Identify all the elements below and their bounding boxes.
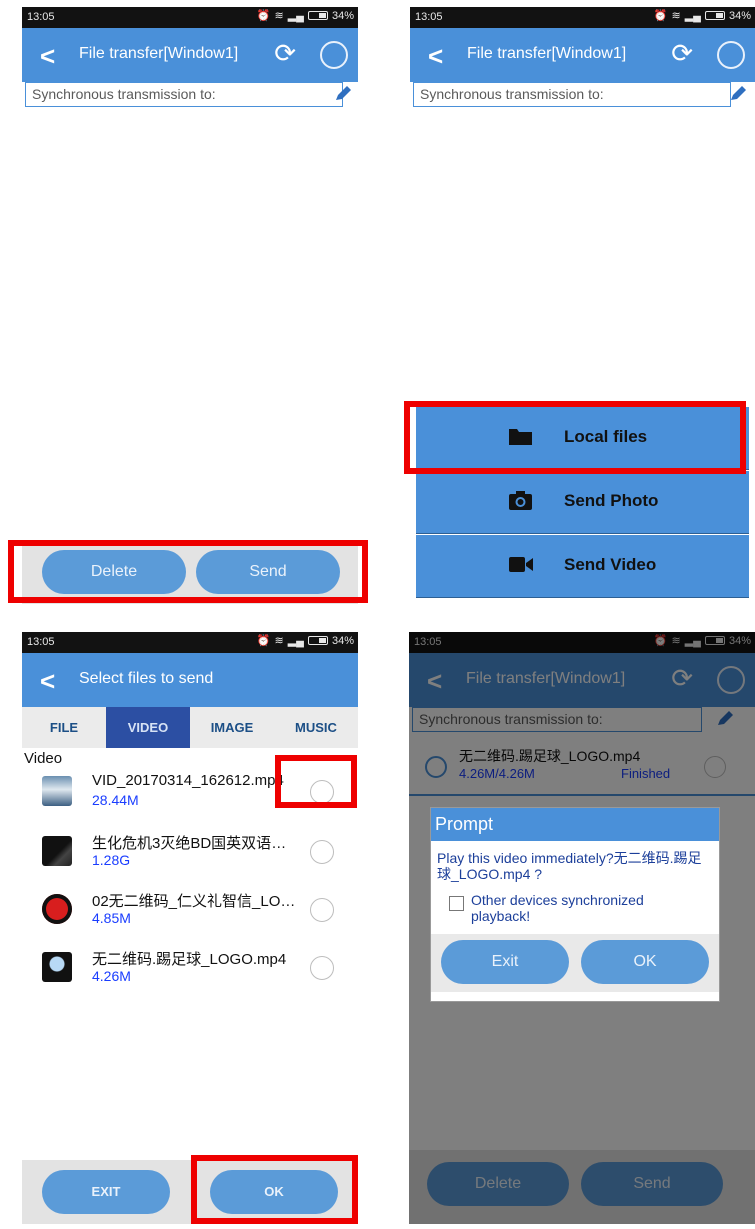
- status-time: 13:05: [27, 11, 55, 23]
- screen-play-prompt: 13:05 ⏰ ≋ ▂▄ 34% < File transfer[Window1…: [409, 632, 755, 1224]
- app-bar: < File transfer[Window1] ⟳: [22, 28, 358, 82]
- file-name: 生化危机3灭绝BD国英双语双字.mkv: [92, 835, 300, 852]
- battery-icon: [704, 11, 725, 20]
- battery-level: 34%: [331, 9, 354, 22]
- file-name: 无二维码.踢足球_LOGO.mp4: [92, 951, 287, 968]
- file-size: 4.26M: [92, 968, 131, 984]
- screen-file-transfer-menu: 13:05 ⏰ ≋ ▂▄ 34% < File transfer[Window1…: [410, 7, 755, 604]
- status-bar: 13:05 ⏰ ≋ ▂▄ 34%: [22, 632, 358, 653]
- signal-icon: ▂▄: [684, 10, 701, 22]
- dialog-message: Play this video immediately?无二维码.踢足球_LOG…: [437, 850, 702, 882]
- page-title: File transfer[Window1]: [467, 45, 627, 62]
- refresh-sync-icon[interactable]: ⟳: [671, 38, 693, 69]
- battery-icon: [307, 636, 328, 645]
- wifi-icon: ≋: [274, 635, 284, 647]
- file-size: 28.44M: [92, 792, 139, 808]
- app-bar: < Select files to send: [22, 653, 358, 707]
- file-select-radio[interactable]: [310, 898, 334, 922]
- battery-level: 34%: [728, 9, 751, 22]
- sync-playback-checkbox[interactable]: [449, 896, 464, 911]
- wifi-icon: ≋: [671, 10, 681, 22]
- file-size: 4.85M: [92, 910, 131, 926]
- file-name: VID_20170314_162612.mp4: [92, 772, 284, 789]
- video-thumbnail: [42, 776, 72, 806]
- edit-pencil-icon[interactable]: [332, 82, 354, 104]
- sync-target-input[interactable]: Synchronous transmission to:: [413, 82, 731, 107]
- file-list-item[interactable]: 02无二维码_仁义礼智信_LOGO.mp4 4.85M: [22, 884, 358, 942]
- battery-level: 34%: [331, 634, 354, 647]
- status-icons: ⏰ ≋ ▂▄ 34%: [653, 9, 751, 23]
- tab-video[interactable]: VIDEO: [106, 707, 190, 748]
- file-select-radio[interactable]: [310, 956, 334, 980]
- status-icons: ⏰ ≋ ▂▄ 34%: [256, 634, 354, 648]
- file-name: 02无二维码_仁义礼智信_LOGO.mp4: [92, 893, 300, 910]
- tab-music[interactable]: MUSIC: [274, 707, 358, 748]
- screen-select-files: 13:05 ⏰ ≋ ▂▄ 34% < Select files to send …: [22, 632, 358, 1224]
- file-list-item[interactable]: 无二维码.踢足球_LOGO.mp4 4.26M: [22, 942, 358, 1000]
- dialog-button-bar: Exit OK: [431, 934, 719, 992]
- page-title: Select files to send: [79, 670, 214, 687]
- menu-item-label: Send Photo: [564, 491, 659, 510]
- file-list-item[interactable]: 生化危机3灭绝BD国英双语双字.mkv 1.28G: [22, 826, 358, 884]
- video-camera-icon: [509, 557, 533, 572]
- signal-icon: ▂▄: [287, 10, 304, 22]
- status-icons: ⏰ ≋ ▂▄ 34%: [256, 9, 354, 23]
- alarm-icon: ⏰: [256, 10, 271, 22]
- prompt-dialog: Prompt Play this video immediately?无二维码.…: [430, 807, 720, 1002]
- dialog-exit-button[interactable]: Exit: [441, 940, 569, 984]
- highlight-box-ok: [191, 1155, 358, 1224]
- signal-icon: ▂▄: [287, 635, 304, 647]
- camera-icon: [509, 491, 532, 510]
- status-time: 13:05: [415, 11, 443, 23]
- video-thumbnail: [42, 836, 72, 866]
- file-size: 1.28G: [92, 852, 131, 868]
- app-bar: < File transfer[Window1] ⟳: [410, 28, 755, 82]
- highlight-box-radio: [275, 755, 357, 808]
- highlight-box-delete-send: [8, 540, 368, 603]
- exit-button[interactable]: EXIT: [42, 1170, 170, 1214]
- status-time: 13:05: [27, 636, 55, 648]
- video-thumbnail: [42, 894, 72, 924]
- wifi-icon: ≋: [274, 10, 284, 22]
- refresh-sync-icon[interactable]: ⟳: [274, 38, 296, 69]
- video-thumbnail: [42, 952, 72, 982]
- sync-target-input[interactable]: Synchronous transmission to:: [25, 82, 343, 107]
- status-bar: 13:05 ⏰ ≋ ▂▄ 34%: [410, 7, 755, 28]
- back-arrow-icon[interactable]: <: [428, 41, 443, 72]
- alarm-icon: ⏰: [653, 10, 668, 22]
- select-all-circle-icon[interactable]: [717, 41, 745, 69]
- menu-item-send-video[interactable]: Send Video: [416, 535, 749, 598]
- dialog-title: Prompt: [431, 808, 719, 841]
- status-bar: 13:05 ⏰ ≋ ▂▄ 34%: [22, 7, 358, 28]
- select-all-circle-icon[interactable]: [320, 41, 348, 69]
- file-type-tabs: FILE VIDEO IMAGE MUSIC: [22, 707, 358, 748]
- menu-item-label: Send Video: [564, 555, 657, 574]
- section-label: Video: [24, 750, 63, 767]
- dialog-ok-button[interactable]: OK: [581, 940, 709, 984]
- alarm-icon: ⏰: [256, 635, 271, 647]
- menu-item-send-photo[interactable]: Send Photo: [416, 471, 749, 534]
- back-arrow-icon[interactable]: <: [40, 41, 55, 72]
- page-title: File transfer[Window1]: [79, 45, 239, 62]
- checkbox-label: Other devices synchronized playback!: [471, 892, 644, 924]
- back-arrow-icon[interactable]: <: [40, 666, 55, 697]
- tab-file[interactable]: FILE: [22, 707, 106, 748]
- highlight-box-local-files: [404, 401, 746, 474]
- screen-file-transfer-empty: 13:05 ⏰ ≋ ▂▄ 34% < File transfer[Window1…: [22, 7, 358, 604]
- tab-image[interactable]: IMAGE: [190, 707, 274, 748]
- file-select-radio[interactable]: [310, 840, 334, 864]
- battery-icon: [307, 11, 328, 20]
- edit-pencil-icon[interactable]: [727, 82, 749, 104]
